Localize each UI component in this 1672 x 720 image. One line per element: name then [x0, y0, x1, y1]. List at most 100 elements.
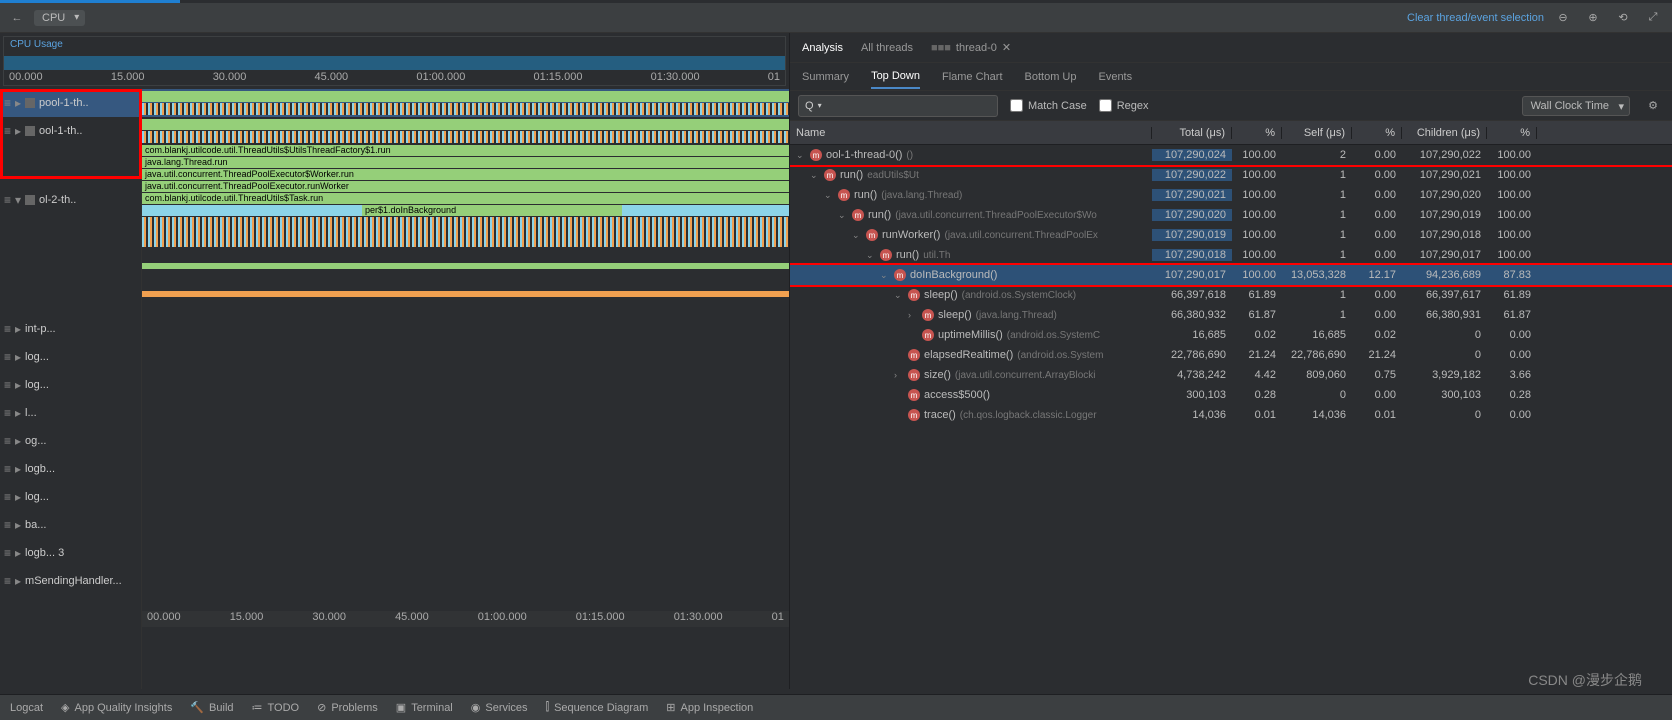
stack-frame[interactable]: per$1.doInBackground: [362, 205, 622, 216]
match-case-checkbox[interactable]: Match Case: [1010, 99, 1087, 112]
expand-icon[interactable]: ⌄: [796, 150, 806, 161]
thread-row[interactable]: ≡▾ol-2-th..: [0, 145, 141, 255]
table-row[interactable]: ⌄mrunWorker() (java.util.concurrent.Thre…: [790, 225, 1672, 245]
expand-icon[interactable]: ⌄: [852, 230, 862, 241]
reset-zoom-icon[interactable]: ⟲: [1612, 7, 1634, 29]
clear-selection-link[interactable]: Clear thread/event selection: [1407, 12, 1544, 24]
table-row[interactable]: ⌄mrun() (java.lang.Thread)107,290,021100…: [790, 185, 1672, 205]
tool-window-button[interactable]: ◉Services: [471, 701, 528, 714]
thread-row[interactable]: ≡▸logb...: [0, 455, 141, 483]
tool-window-button[interactable]: ⊘Problems: [317, 701, 378, 714]
method-icon: m: [880, 249, 892, 261]
thread-row[interactable]: ≡▸l...: [0, 399, 141, 427]
table-row[interactable]: ⌄mrun() util.Th107,290,018100.0010.00107…: [790, 245, 1672, 265]
thread-row[interactable]: ≡▸log...: [0, 483, 141, 511]
table-row[interactable]: ⌄msleep() (android.os.SystemClock)66,397…: [790, 285, 1672, 305]
table-row[interactable]: ⌄mool-1-thread-0() ()107,290,024100.0020…: [790, 145, 1672, 165]
timeline-panel: CPU Usage 00.00015.00030.00045.00001:00.…: [0, 33, 790, 689]
view-tab[interactable]: Flame Chart: [942, 66, 1003, 88]
thread-row[interactable]: ≡▸int-p...: [0, 315, 141, 343]
table-row[interactable]: muptimeMillis() (android.os.SystemC16,68…: [790, 325, 1672, 345]
thread-row[interactable]: ≡▸logb... 3: [0, 539, 141, 567]
stack-frame[interactable]: com.blankj.utilcode.util.ThreadUtils$Tas…: [142, 193, 789, 204]
search-input[interactable]: Q▾: [798, 95, 998, 117]
table-row[interactable]: mtrace() (ch.qos.logback.classic.Logger1…: [790, 405, 1672, 425]
table-row[interactable]: ⌄mrun() (java.util.concurrent.ThreadPool…: [790, 205, 1672, 225]
thread-row[interactable]: ≡▸log...: [0, 371, 141, 399]
toolbar: ← CPU Clear thread/event selection ⊖ ⊕ ⟲…: [0, 3, 1672, 33]
expand-icon[interactable]: ⌄: [866, 250, 876, 261]
table-row[interactable]: ⌄mdoInBackground()107,290,017100.0013,05…: [790, 265, 1672, 285]
close-icon[interactable]: ✕: [1002, 41, 1011, 54]
cpu-usage-label: CPU Usage: [10, 39, 63, 50]
thread-row[interactable]: ≡▸ba...: [0, 511, 141, 539]
thread-row[interactable]: ≡▸log...: [0, 343, 141, 371]
method-icon: m: [894, 269, 906, 281]
col-total[interactable]: Total (μs): [1152, 127, 1232, 139]
col-children[interactable]: Children (μs): [1402, 127, 1487, 139]
watermark: CSDN @漫步企鹅: [1528, 670, 1642, 690]
thread-row[interactable]: ≡▸ool-1-th..: [0, 117, 141, 145]
method-icon: m: [908, 409, 920, 421]
table-row[interactable]: ⌄mrun() eadUtils$Ut107,290,022100.0010.0…: [790, 165, 1672, 185]
col-name[interactable]: Name: [790, 127, 1152, 139]
method-icon: m: [908, 349, 920, 361]
method-icon: m: [852, 209, 864, 221]
view-tab[interactable]: Events: [1098, 66, 1132, 88]
tool-window-button[interactable]: 🔨Build: [190, 701, 233, 714]
tool-window-button[interactable]: ⊞App Inspection: [666, 701, 753, 714]
tool-window-button[interactable]: ≔TODO: [252, 701, 300, 714]
method-icon: m: [922, 329, 934, 341]
tab-analysis[interactable]: Analysis: [802, 42, 843, 54]
thread-list: ≡▸pool-1-th..≡▸ool-1-th..≡▾ol-2-th.. ≡▸in…: [0, 89, 142, 689]
back-button[interactable]: ←: [8, 9, 26, 27]
profiler-type-dropdown[interactable]: CPU: [34, 10, 85, 26]
stack-frame[interactable]: java.lang.Thread.run: [142, 157, 789, 168]
tool-window-bar: Logcat ◈App Quality Insights 🔨Build ≔TODO ⊘P…: [0, 694, 1672, 720]
tool-window-button[interactable]: ▣Terminal: [396, 701, 453, 714]
table-row[interactable]: ›msleep() (java.lang.Thread)66,380,93261…: [790, 305, 1672, 325]
analysis-panel: Analysis All threads ■■■thread-0 ✕ Summa…: [790, 33, 1672, 689]
thread-row[interactable]: ≡▸mSendingHandler...: [0, 567, 141, 595]
time-axis: 00.00015.00030.00045.00001:00.00001:15.0…: [4, 71, 785, 85]
expand-icon[interactable]: ⌄: [894, 290, 904, 301]
fit-icon[interactable]: ⤢: [1642, 7, 1664, 29]
method-icon: m: [908, 389, 920, 401]
thread-row[interactable]: ≡▸og...: [0, 427, 141, 455]
tool-window-button[interactable]: ⫿Sequence Diagram: [546, 701, 649, 714]
thread-row[interactable]: ≡▸pool-1-th..: [0, 89, 141, 117]
cpu-usage-chart[interactable]: CPU Usage 00.00015.00030.00045.00001:00.…: [3, 36, 786, 86]
metric-dropdown[interactable]: Wall Clock Time: [1522, 96, 1630, 116]
timeline-viewport[interactable]: com.blankj.utilcode.util.ThreadUtils$Uti…: [142, 89, 789, 689]
expand-icon[interactable]: ›: [894, 370, 904, 380]
view-tab[interactable]: Top Down: [871, 65, 920, 89]
stack-frame[interactable]: com.blankj.utilcode.util.ThreadUtils$Uti…: [142, 145, 789, 156]
call-tree-table: Name Total (μs) % Self (μs) % Children (…: [790, 121, 1672, 689]
stack-frame[interactable]: java.util.concurrent.ThreadPoolExecutor$…: [142, 169, 789, 180]
zoom-in-icon[interactable]: ⊕: [1582, 7, 1604, 29]
view-tab[interactable]: Bottom Up: [1025, 66, 1077, 88]
table-row[interactable]: melapsedRealtime() (android.os.System22,…: [790, 345, 1672, 365]
col-pct2[interactable]: %: [1352, 127, 1402, 139]
method-icon: m: [908, 289, 920, 301]
zoom-out-icon[interactable]: ⊖: [1552, 7, 1574, 29]
expand-icon[interactable]: ›: [908, 310, 918, 320]
settings-icon[interactable]: ⚙: [1642, 95, 1664, 117]
col-self[interactable]: Self (μs): [1282, 127, 1352, 139]
tab-thread[interactable]: ■■■thread-0 ✕: [931, 41, 1011, 54]
view-tab[interactable]: Summary: [802, 66, 849, 88]
tab-all-threads[interactable]: All threads: [861, 42, 913, 54]
tool-window-button[interactable]: ◈App Quality Insights: [61, 701, 172, 714]
regex-checkbox[interactable]: Regex: [1099, 99, 1149, 112]
expand-icon[interactable]: ⌄: [824, 190, 834, 201]
expand-icon[interactable]: ⌄: [838, 210, 848, 221]
col-pct3[interactable]: %: [1487, 127, 1537, 139]
stack-frame[interactable]: java.util.concurrent.ThreadPoolExecutor.…: [142, 181, 789, 192]
expand-icon[interactable]: ⌄: [810, 170, 820, 181]
col-pct[interactable]: %: [1232, 127, 1282, 139]
tool-window-button[interactable]: Logcat: [10, 702, 43, 714]
table-row[interactable]: ›msize() (java.util.concurrent.ArrayBloc…: [790, 365, 1672, 385]
method-icon: m: [824, 169, 836, 181]
table-row[interactable]: maccess$500()300,1030.2800.00300,1030.28: [790, 385, 1672, 405]
expand-icon[interactable]: ⌄: [880, 270, 890, 281]
